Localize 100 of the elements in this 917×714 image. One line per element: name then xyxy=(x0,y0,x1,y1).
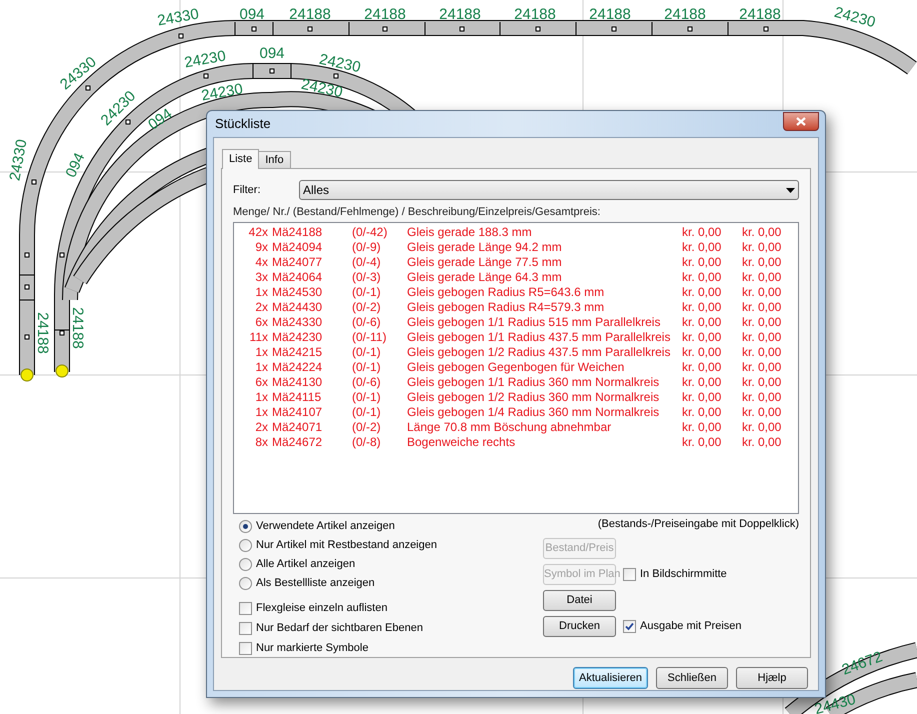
button[interactable]: Drucken xyxy=(543,616,616,636)
quantity-cell-text: 11x xyxy=(248,330,269,345)
description-cell-text: Gleis gebogen 1/1 Radius 437.5 mm Parallelkreis xyxy=(407,330,672,345)
total-price-cell-text: kr. 0,00 xyxy=(742,285,782,300)
description-cell-text: Gleis gebogen Gegenbogen für Weichen xyxy=(407,360,626,375)
stock-cell-text: (0/-1) xyxy=(352,285,382,300)
track-label: 24188 xyxy=(439,6,481,23)
track-label: 24230 xyxy=(300,76,344,102)
track-label: 24188 xyxy=(69,307,86,349)
total-price-cell-text: kr. 0,00 xyxy=(742,390,782,405)
radio-button[interactable] xyxy=(239,558,252,570)
radio-button[interactable] xyxy=(239,520,252,532)
stock-cell-text: (0/-2) xyxy=(352,300,382,315)
checkbox-label: In Bildschirmmitte xyxy=(640,566,727,582)
quantity-cell-text: 2x xyxy=(254,300,269,315)
total-price-cell-text: kr. 0,00 xyxy=(742,240,782,255)
article-number-cell-text: Mä24224 xyxy=(272,360,324,375)
unit-price-cell-text: kr. 0,00 xyxy=(682,300,722,315)
track-label: 24230 xyxy=(318,50,362,76)
description-cell-text: Gleis gebogen 1/1 Radius 515 mm Parallelkreis xyxy=(407,315,662,330)
track-label: 24330 xyxy=(6,138,30,182)
stock-cell-text: (0/-4) xyxy=(352,255,382,270)
quantity-cell-text: 1x xyxy=(254,345,269,360)
total-price-cell-text: kr. 0,00 xyxy=(742,300,782,315)
quantity-cell-text: 1x xyxy=(254,405,269,420)
total-price-cell-text: kr. 0,00 xyxy=(742,255,782,270)
article-number-cell-text: Mä24064 xyxy=(272,270,324,285)
track-label: 24188 xyxy=(289,6,331,23)
article-number-cell-text: Mä24672 xyxy=(272,435,324,450)
article-number-cell-text: Mä24330 xyxy=(272,315,324,330)
checkbox-label: Nur Bedarf der sichtbaren Ebenen xyxy=(256,620,423,636)
description-cell-text: Gleis gerade 188.3 mm xyxy=(407,225,533,240)
article-number-cell-text: Mä24230 xyxy=(272,330,324,345)
article-number-cell-text: Mä24107 xyxy=(272,405,324,420)
stock-cell-text: (0/-6) xyxy=(352,375,382,390)
button[interactable]: Datei xyxy=(543,590,616,610)
checkbox-label: Flexgleise einzeln auflisten xyxy=(256,600,388,616)
description-cell-text: Gleis gebogen 1/1 Radius 360 mm Normalkreis xyxy=(407,375,660,390)
radio-label: Verwendete Artikel anzeigen xyxy=(256,518,395,534)
track-label: 24230 xyxy=(183,48,228,72)
tab[interactable]: Liste xyxy=(222,149,260,169)
total-price-cell-text: kr. 0,00 xyxy=(742,405,782,420)
unit-price-cell-text: kr. 0,00 xyxy=(682,270,722,285)
track-label: 094 xyxy=(259,45,285,62)
stock-cell-text: (0/-1) xyxy=(352,345,382,360)
unit-price-cell-text: kr. 0,00 xyxy=(682,390,722,405)
track-label: 094 xyxy=(239,6,265,23)
track-label: 094 xyxy=(62,150,88,180)
tab[interactable]: Info xyxy=(259,151,291,168)
radio-label: Als Bestellliste anzeigen xyxy=(256,576,375,591)
filter-label: Filter: xyxy=(233,182,262,198)
button[interactable]: Schließen xyxy=(656,667,728,689)
close-button[interactable] xyxy=(783,112,819,130)
checkbox[interactable] xyxy=(239,602,252,614)
quantity-cell-text: 9x xyxy=(254,240,269,255)
quantity-cell-text: 1x xyxy=(254,360,269,375)
description-cell-text: Gleis gerade Länge 77.5 mm xyxy=(407,255,563,270)
radio-button[interactable] xyxy=(239,576,252,590)
description-cell-text: Gleis gebogen 1/2 Radius 360 mm Normalkreis xyxy=(407,390,660,405)
article-number-cell-text: Mä24094 xyxy=(272,240,324,255)
stock-cell-text: (0/-3) xyxy=(352,270,382,285)
unit-price-cell-text: kr. 0,00 xyxy=(682,225,722,240)
description-cell-text: Gleis gebogen Radius R4=579.3 mm xyxy=(407,300,606,315)
checkbox[interactable] xyxy=(239,622,252,634)
filter-dropdown[interactable]: Alles xyxy=(299,180,799,200)
checkbox[interactable] xyxy=(623,620,636,632)
article-number-cell-text: Mä24215 xyxy=(272,345,324,360)
radio-button[interactable] xyxy=(239,538,252,552)
unit-price-cell-text: kr. 0,00 xyxy=(682,330,722,345)
hint-text: (Bestands-/Preiseingabe mit Doppelklick) xyxy=(598,517,799,532)
article-number-cell-text: Mä24071 xyxy=(272,420,324,435)
description-cell-text: Gleis gebogen 1/2 Radius 437.5 mm Parallelkreis xyxy=(407,345,672,360)
stock-cell-text: (0/-6) xyxy=(352,315,382,330)
description-cell-text: Gleis gebogen Radius R5=643.6 mm xyxy=(407,285,606,300)
unit-price-cell-text: kr. 0,00 xyxy=(682,255,722,270)
track-label: 24330 xyxy=(156,6,200,30)
list-header: Menge/ Nr./ (Bestand/Fehlmenge) / Beschreibung/Einzelpreis/Gesamtpreis: xyxy=(233,205,602,219)
checkbox-label: Nur markierte Symbole xyxy=(256,640,368,656)
total-price-cell-text: kr. 0,00 xyxy=(742,315,782,330)
button[interactable]: Hjælp xyxy=(736,667,808,689)
total-price-cell-text: kr. 0,00 xyxy=(742,375,782,390)
button[interactable]: Aktualisieren xyxy=(573,667,648,689)
article-number-cell-text: Mä24188 xyxy=(272,225,324,240)
radio-label: Alle Artikel anzeigen xyxy=(256,556,356,572)
checkbox[interactable] xyxy=(239,642,252,654)
article-number-cell-text: Mä24077 xyxy=(272,255,324,270)
track-label: 24188 xyxy=(364,6,406,23)
unit-price-cell-text: kr. 0,00 xyxy=(682,420,722,435)
checkbox-label: Ausgabe mit Preisen xyxy=(640,618,742,634)
track-label: 24430 xyxy=(812,690,858,714)
stock-cell-text: (0/-1) xyxy=(352,390,382,405)
unit-price-cell-text: kr. 0,00 xyxy=(682,285,722,300)
article-number-cell-text: Mä24530 xyxy=(272,285,324,300)
total-price-cell-text: kr. 0,00 xyxy=(742,360,782,375)
checkbox[interactable] xyxy=(623,568,636,580)
track-label: 24230 xyxy=(832,4,878,32)
total-price-cell-text: kr. 0,00 xyxy=(742,435,782,450)
total-price-cell-text: kr. 0,00 xyxy=(742,345,782,360)
quantity-cell-text: 6x xyxy=(254,315,269,330)
track-label: 24188 xyxy=(739,6,781,23)
